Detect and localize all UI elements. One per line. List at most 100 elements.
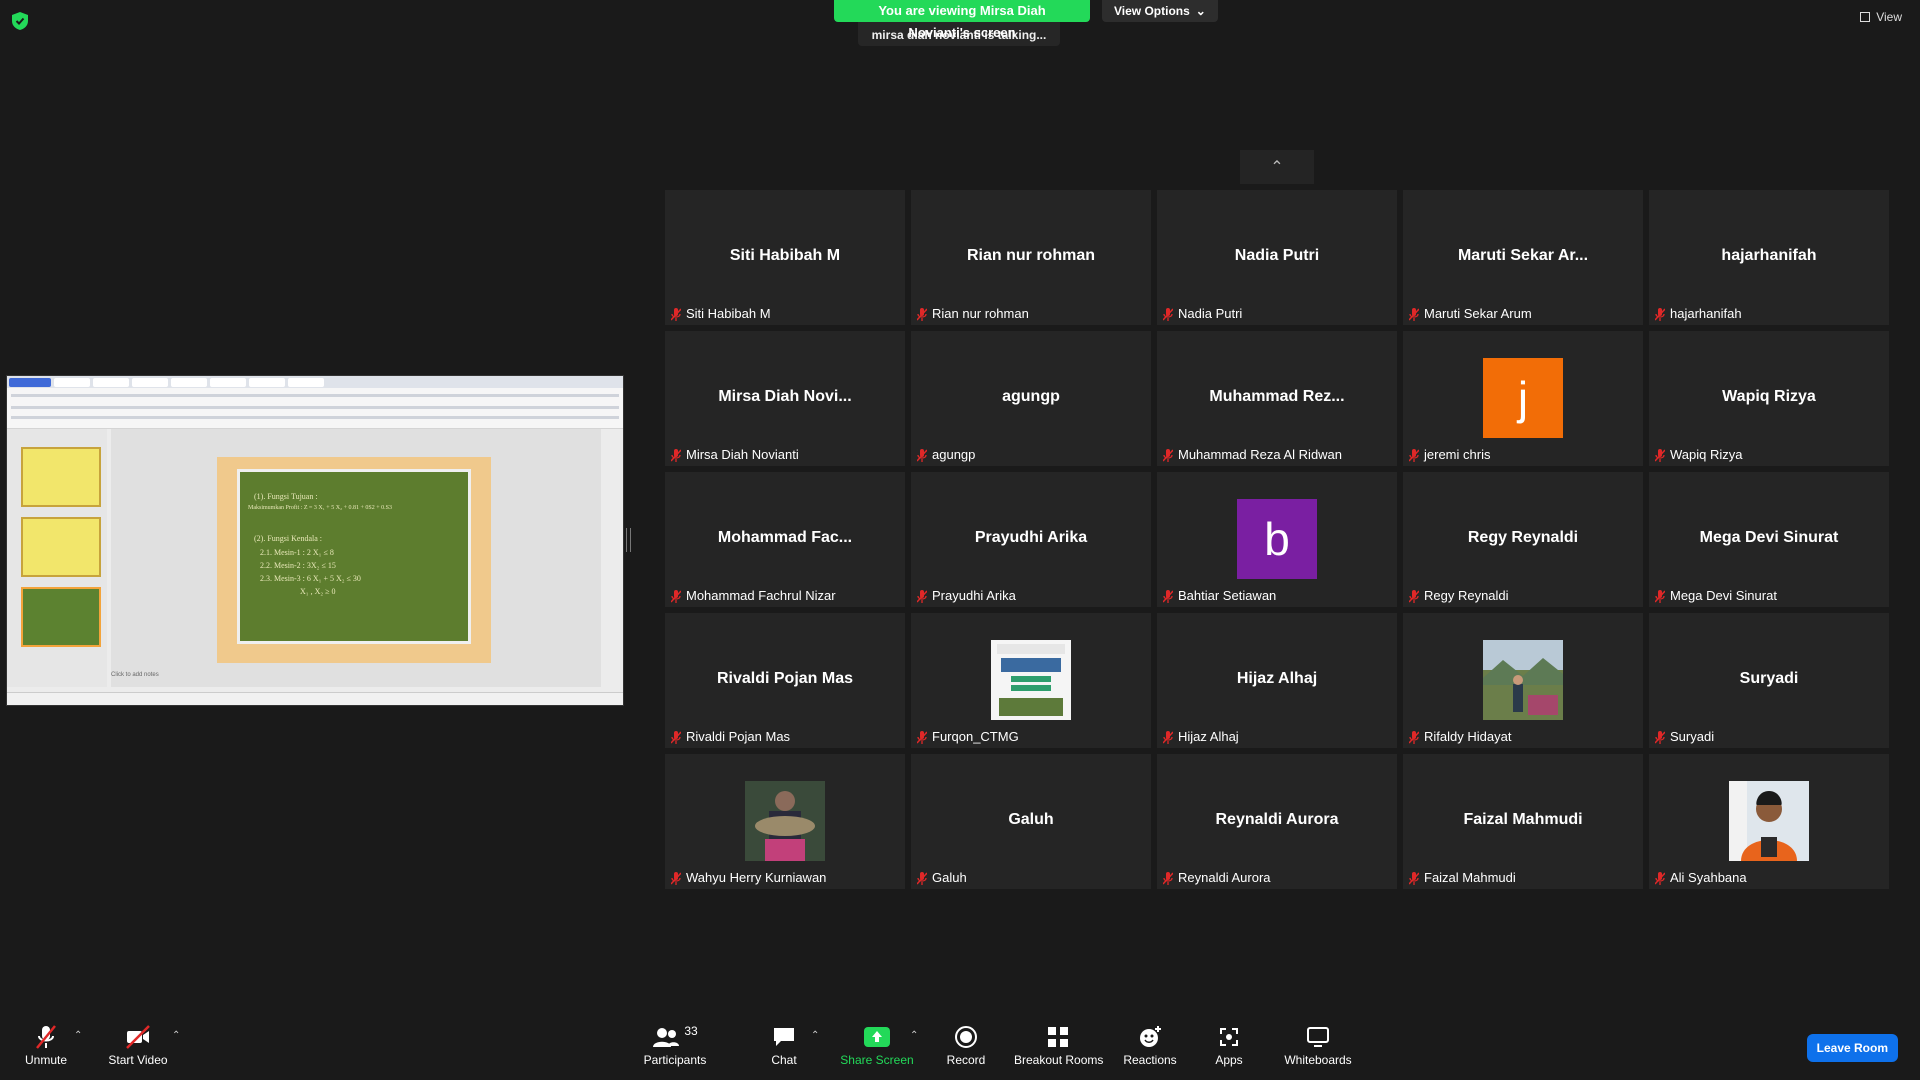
slide-line: (2). Fungsi Kendala :: [254, 534, 322, 543]
participant-tile[interactable]: Wapiq Rizya Wapiq Rizya: [1649, 331, 1889, 466]
participants-icon: [653, 1028, 680, 1047]
chat-button[interactable]: Chat: [766, 1024, 802, 1067]
profile-photo: [1483, 640, 1563, 720]
participant-tile[interactable]: b Bahtiar Setiawan: [1157, 472, 1397, 607]
participant-display-name: Galuh: [1008, 811, 1054, 828]
participant-name-label: Wahyu Herry Kurniawan: [670, 870, 826, 885]
participant-name-label: jeremi chris: [1408, 447, 1490, 462]
resize-handle[interactable]: [626, 528, 631, 552]
wps-tab: [132, 377, 168, 387]
participant-tile[interactable]: Furqon_CTMG: [911, 613, 1151, 748]
microphone-muted-icon: [670, 307, 682, 321]
participant-name-label: Furqon_CTMG: [916, 729, 1019, 744]
participant-tile[interactable]: Suryadi Suryadi: [1649, 613, 1889, 748]
chat-options-caret[interactable]: ⌃: [811, 1030, 819, 1041]
participant-name: Rivaldi Pojan Mas: [686, 729, 791, 744]
participant-tile[interactable]: Nadia Putri Nadia Putri: [1157, 190, 1397, 325]
chat-icon: [774, 1028, 794, 1046]
participant-name-label: agungp: [916, 447, 976, 462]
participant-tile[interactable]: Siti Habibah M Siti Habibah M: [665, 190, 905, 325]
participant-tile[interactable]: Ali Syahbana: [1649, 754, 1889, 889]
participant-tile[interactable]: Regy Reynaldi Regy Reynaldi: [1403, 472, 1643, 607]
participant-name-label: Rian nur rohman: [916, 306, 1029, 321]
participant-tile[interactable]: Rifaldy Hidayat: [1403, 613, 1643, 748]
participant-tile[interactable]: Hijaz Alhaj Hijaz Alhaj: [1157, 613, 1397, 748]
share-options-caret[interactable]: ⌃: [910, 1030, 918, 1041]
start-video-button[interactable]: Start Video: [106, 1024, 170, 1067]
collapse-gallery-button[interactable]: ⌃: [1240, 150, 1314, 184]
participant-name-label: Wapiq Rizya: [1654, 447, 1742, 462]
participant-tile[interactable]: Galuh Galuh: [911, 754, 1151, 889]
slide-content: (1). Fungsi Tujuan : Maksimumkan Profit …: [237, 469, 471, 644]
participants-button[interactable]: 33 Participants: [642, 1024, 708, 1067]
participant-tile[interactable]: hajarhanifah hajarhanifah: [1649, 190, 1889, 325]
encryption-shield-icon[interactable]: [12, 12, 28, 30]
reactions-button[interactable]: Reactions: [1122, 1024, 1178, 1067]
view-options-button[interactable]: View Options ⌄: [1102, 0, 1218, 22]
participant-display-name: agungp: [1002, 388, 1060, 405]
profile-photo: [991, 640, 1071, 720]
meeting-toolbar: Unmute ⌃ Start Video ⌃ 33 Participants C…: [0, 1016, 1920, 1080]
participant-name-label: Mirsa Diah Novianti: [670, 447, 799, 462]
microphone-muted-icon: [1654, 730, 1666, 744]
wps-tab: [93, 377, 129, 387]
microphone-muted-icon: [1408, 307, 1420, 321]
participant-tile[interactable]: agungp agungp: [911, 331, 1151, 466]
participants-count: 33: [684, 1024, 698, 1038]
participant-tile[interactable]: Muhammad Rez... Muhammad Reza Al Ridwan: [1157, 331, 1397, 466]
participant-name-label: Regy Reynaldi: [1408, 588, 1509, 603]
participant-tile[interactable]: Mohammad Fac... Mohammad Fachrul Nizar: [665, 472, 905, 607]
shared-screen[interactable]: (1). Fungsi Tujuan : Maksimumkan Profit …: [6, 375, 624, 706]
participant-name: Siti Habibah M: [686, 306, 771, 321]
participant-tile[interactable]: Rian nur rohman Rian nur rohman: [911, 190, 1151, 325]
microphone-muted-icon: [36, 1025, 56, 1049]
microphone-muted-icon: [1654, 589, 1666, 603]
participant-name-label: Hijaz Alhaj: [1162, 729, 1239, 744]
participant-name-label: Reynaldi Aurora: [1162, 870, 1271, 885]
participant-tile[interactable]: Reynaldi Aurora Reynaldi Aurora: [1157, 754, 1397, 889]
participant-name: Maruti Sekar Arum: [1424, 306, 1532, 321]
participant-name-label: Mohammad Fachrul Nizar: [670, 588, 836, 603]
participant-tile[interactable]: j jeremi chris: [1403, 331, 1643, 466]
record-button[interactable]: Record: [944, 1024, 988, 1067]
slide-thumbnail: [21, 517, 101, 577]
participant-tile[interactable]: Mirsa Diah Novi... Mirsa Diah Novianti: [665, 331, 905, 466]
participant-name-label: Ali Syahbana: [1654, 870, 1747, 885]
participant-name: agungp: [932, 447, 976, 462]
microphone-muted-icon: [1408, 448, 1420, 462]
breakout-rooms-button[interactable]: Breakout Rooms: [1014, 1024, 1103, 1067]
profile-photo: [745, 781, 825, 861]
participant-name: Mega Devi Sinurat: [1670, 588, 1777, 603]
participant-tile[interactable]: Faizal Mahmudi Faizal Mahmudi: [1403, 754, 1643, 889]
audio-options-caret[interactable]: ⌃: [74, 1030, 82, 1041]
participant-name: Galuh: [932, 870, 967, 885]
participant-display-name: Muhammad Rez...: [1209, 388, 1345, 405]
participant-name: Rian nur rohman: [932, 306, 1029, 321]
avatar: b: [1237, 499, 1317, 579]
apps-button[interactable]: Apps: [1212, 1024, 1246, 1067]
participant-name-label: Muhammad Reza Al Ridwan: [1162, 447, 1342, 462]
wps-tab: [9, 377, 51, 387]
participant-display-name: Suryadi: [1739, 670, 1799, 687]
microphone-muted-icon: [916, 589, 928, 603]
slide-editor: (1). Fungsi Tujuan : Maksimumkan Profit …: [111, 429, 601, 687]
share-screen-button[interactable]: Share Screen: [840, 1024, 914, 1067]
video-options-caret[interactable]: ⌃: [172, 1030, 180, 1041]
participant-name-label: Suryadi: [1654, 729, 1714, 744]
whiteboards-button[interactable]: Whiteboards: [1282, 1024, 1354, 1067]
participant-name: Mohammad Fachrul Nizar: [686, 588, 836, 603]
leave-room-button[interactable]: Leave Room: [1806, 1034, 1898, 1062]
unmute-label: Unmute: [24, 1053, 68, 1067]
participant-tile[interactable]: Wahyu Herry Kurniawan: [665, 754, 905, 889]
whiteboard-icon: [1307, 1027, 1329, 1047]
participant-tile[interactable]: Prayudhi Arika Prayudhi Arika: [911, 472, 1151, 607]
participant-tile[interactable]: Rivaldi Pojan Mas Rivaldi Pojan Mas: [665, 613, 905, 748]
microphone-muted-icon: [1408, 589, 1420, 603]
slide-line: X₁ , X₂ ≥ 0: [300, 587, 336, 596]
view-button[interactable]: View: [1860, 10, 1902, 24]
unmute-button[interactable]: Unmute: [22, 1024, 70, 1067]
avatar: j: [1483, 358, 1563, 438]
microphone-muted-icon: [1162, 730, 1174, 744]
participant-tile[interactable]: Mega Devi Sinurat Mega Devi Sinurat: [1649, 472, 1889, 607]
participant-tile[interactable]: Maruti Sekar Ar... Maruti Sekar Arum: [1403, 190, 1643, 325]
